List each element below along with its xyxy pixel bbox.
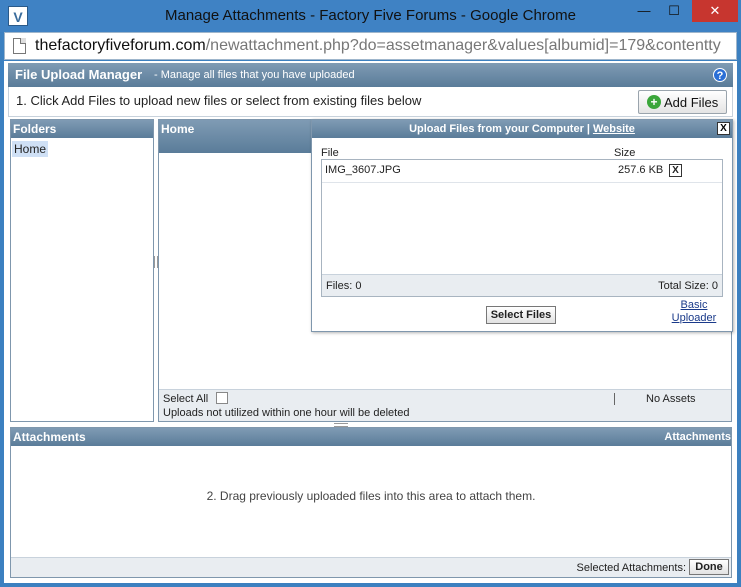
no-assets-label: No Assets — [646, 393, 696, 405]
attachments-title: Attachments — [13, 430, 86, 444]
done-button[interactable]: Done — [689, 559, 729, 575]
maximize-icon[interactable]: ☐ — [660, 0, 688, 22]
column-header-file: File — [321, 147, 339, 159]
header-separator: | — [586, 123, 590, 135]
remove-file-icon[interactable]: X — [669, 164, 682, 177]
upload-dialog: Upload Files from your Computer | Website … — [311, 119, 733, 332]
upload-dialog-header: Upload Files from your Computer | Website — [312, 120, 732, 138]
attachments-panel: Attachments Attachments 2. Drag previous… — [10, 427, 732, 578]
minimize-icon[interactable]: — — [630, 0, 658, 22]
column-header-size: Size — [614, 147, 636, 159]
website-link[interactable]: Website — [593, 123, 635, 135]
help-icon[interactable]: ? — [713, 68, 727, 82]
page-content: File Upload Manager - Manage all files t… — [4, 61, 737, 583]
instruction-text: 1. Click Add Files to upload new files o… — [16, 93, 422, 108]
total-size: Total Size: 0 — [658, 280, 718, 292]
close-icon[interactable]: ✕ — [692, 0, 738, 22]
select-files-button[interactable]: Select Files — [486, 306, 556, 324]
drag-instruction: 2. Drag previously uploaded files into t… — [206, 489, 536, 503]
attachments-header: Attachments Attachments — [11, 428, 731, 446]
files-footer: Select All Uploads not utilized within o… — [159, 389, 731, 421]
file-name: IMG_3607.JPG — [325, 164, 401, 176]
selected-attachments-label: Selected Attachments: — [576, 562, 686, 574]
upload-dialog-title: Upload Files from your Computer — [409, 123, 584, 135]
add-files-button[interactable]: + Add Files — [638, 90, 727, 114]
basic-uploader-link[interactable]: Basic Uploader — [664, 299, 724, 325]
select-all-label: Select All — [163, 393, 209, 405]
footer-divider — [614, 393, 615, 405]
add-files-label: Add Files — [664, 95, 719, 110]
folder-item-home[interactable]: Home — [12, 141, 49, 157]
address-bar[interactable]: thefactoryfiveforum.com/newattachment.ph… — [4, 32, 737, 60]
files-count: Files: 0 — [326, 280, 362, 292]
url-host: thefactoryfiveforum.com — [35, 37, 206, 54]
folders-header: Folders — [11, 120, 153, 138]
url-path: /newattachment.php?do=assetmanager&value… — [205, 37, 721, 54]
url-text[interactable]: thefactoryfiveforum.com/newattachment.ph… — [35, 37, 721, 55]
dialog-close-icon[interactable]: X — [717, 122, 730, 135]
folders-panel: Folders Home — [10, 119, 154, 422]
upload-manager-subtitle: - Manage all files that you have uploade… — [154, 69, 355, 81]
file-size: 257.6 KB — [618, 164, 664, 176]
upload-file-list: IMG_3607.JPG 257.6 KB X Files: 0 Total S… — [321, 159, 723, 297]
upload-manager-title: File Upload Manager — [15, 67, 143, 82]
instruction-bar: 1. Click Add Files to upload new files o… — [8, 87, 733, 117]
attachments-header-right: Attachments — [664, 431, 731, 443]
select-all-checkbox[interactable] — [216, 392, 228, 404]
attachments-footer: Selected Attachments: Done — [11, 557, 731, 577]
plus-icon: + — [647, 95, 661, 109]
uploads-note: Uploads not utilized within one hour wil… — [163, 407, 410, 419]
upload-list-footer: Files: 0 Total Size: 0 — [322, 274, 722, 296]
table-row: IMG_3607.JPG 257.6 KB X — [322, 160, 722, 183]
window-titlebar: V Manage Attachments - Factory Five Foru… — [0, 0, 741, 32]
page-icon — [13, 38, 26, 54]
upload-manager-header: File Upload Manager - Manage all files t… — [8, 63, 733, 87]
